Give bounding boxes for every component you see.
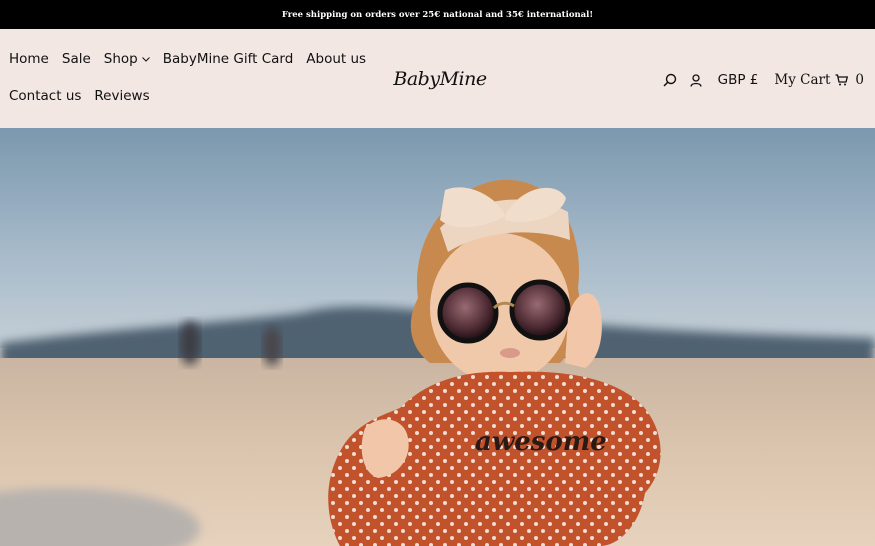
cart-label: My Cart bbox=[774, 72, 831, 88]
nav-label: BabyMine Gift Card bbox=[162, 51, 294, 67]
nav-label: Sale bbox=[61, 51, 91, 67]
account-icon[interactable] bbox=[690, 73, 702, 87]
header-utilities: GBP £ My Cart 0 bbox=[663, 69, 864, 91]
nav-row-1: Home Sale Shop BabyMine Gift Card About … bbox=[9, 51, 379, 67]
nav-item-gift-card[interactable]: BabyMine Gift Card bbox=[163, 51, 294, 67]
hero-image: awesome bbox=[0, 128, 875, 546]
cart-count: 0 bbox=[855, 72, 864, 88]
hero-banner[interactable]: awesome bbox=[0, 128, 875, 546]
background-person bbox=[263, 326, 281, 366]
nav-item-home[interactable]: Home bbox=[9, 51, 49, 67]
nav-label: About us bbox=[306, 51, 367, 67]
nav-item-sale[interactable]: Sale bbox=[62, 51, 91, 67]
nav-label: Reviews bbox=[94, 88, 150, 104]
site-logo[interactable]: BabyMine bbox=[390, 57, 490, 101]
nav-row-2: Contact us Reviews bbox=[9, 88, 163, 104]
mouth bbox=[500, 348, 520, 358]
logo-text: BabyMine bbox=[393, 68, 487, 90]
sunglasses-lens-left bbox=[437, 282, 499, 344]
sunglasses-lens-right bbox=[509, 279, 571, 341]
background-person bbox=[180, 321, 200, 365]
site-header: Home Sale Shop BabyMine Gift Card About … bbox=[0, 29, 875, 128]
nav-item-contact[interactable]: Contact us bbox=[9, 88, 81, 104]
announcement-text: Free shipping on orders over 25€ nationa… bbox=[281, 9, 594, 20]
nav-item-reviews[interactable]: Reviews bbox=[94, 88, 149, 104]
search-icon[interactable] bbox=[663, 73, 677, 87]
nav-label: Home bbox=[9, 51, 49, 67]
nav-label: Shop bbox=[103, 51, 138, 67]
chevron-down-icon bbox=[141, 56, 150, 62]
cart-icon bbox=[835, 74, 849, 86]
announcement-bar: Free shipping on orders over 25€ nationa… bbox=[0, 0, 875, 29]
cart-link[interactable]: My Cart 0 bbox=[774, 72, 864, 88]
main-nav: Home Sale Shop BabyMine Gift Card About … bbox=[9, 29, 369, 128]
nav-label: Contact us bbox=[9, 88, 82, 104]
currency-selector[interactable]: GBP £ bbox=[718, 72, 759, 88]
nav-item-shop[interactable]: Shop bbox=[104, 51, 150, 67]
sweater-text: awesome bbox=[475, 427, 607, 457]
nav-item-about[interactable]: About us bbox=[306, 51, 366, 67]
